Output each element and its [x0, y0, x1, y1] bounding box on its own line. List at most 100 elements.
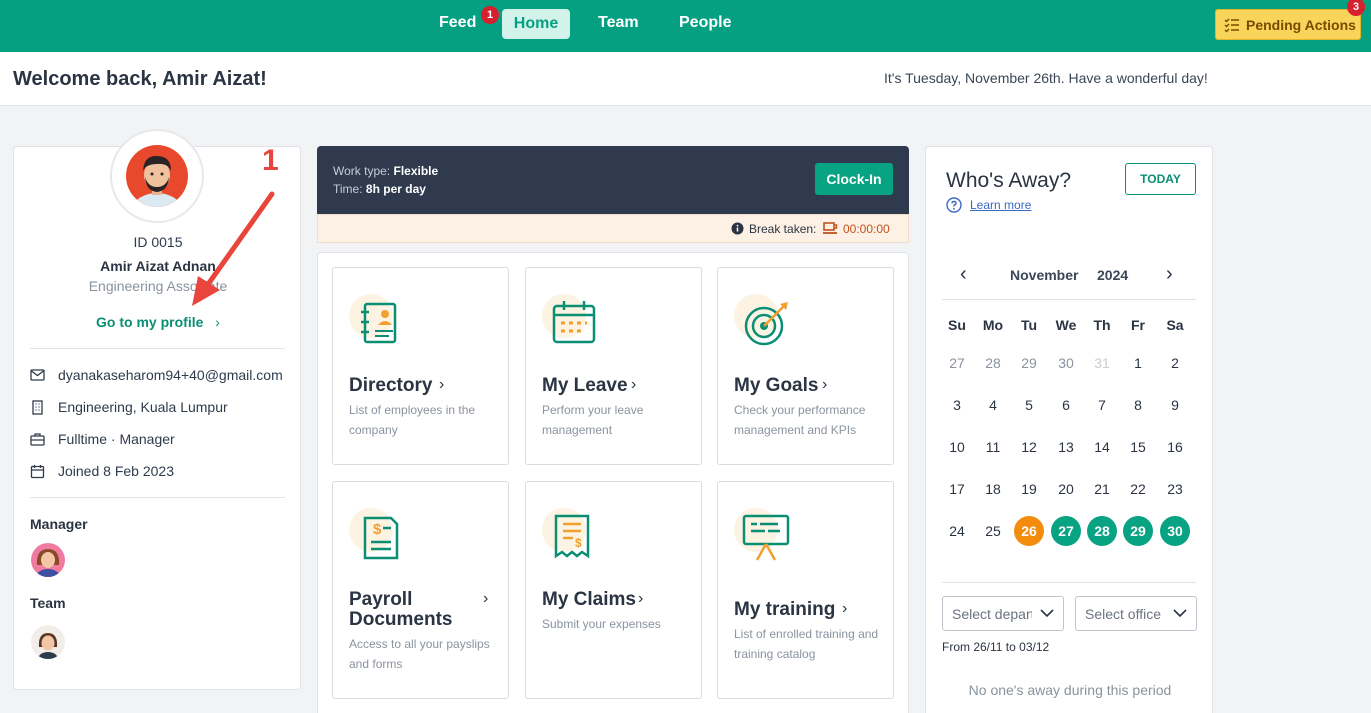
tile-description: List of enrolled training and training c…	[734, 627, 879, 661]
calendar-day[interactable]: 5	[1014, 390, 1044, 420]
next-month-button[interactable]: ›	[1166, 263, 1173, 286]
my-goals-tile[interactable]: My Goals › Check your performance manage…	[717, 267, 894, 465]
coffee-icon	[823, 222, 838, 234]
calendar-day[interactable]: 27	[1051, 516, 1081, 546]
calendar-day[interactable]: 8	[1123, 390, 1153, 420]
my-claims-tile[interactable]: $ My Claims › Submit your expenses	[525, 481, 702, 699]
office-select[interactable]: Select office	[1075, 596, 1197, 631]
learn-more-link[interactable]: Learn more	[970, 198, 1031, 212]
weekday-label: Th	[1093, 317, 1111, 333]
pending-actions-label: Pending Actions	[1246, 17, 1356, 33]
welcome-date-text: It's Tuesday, November 26th. Have a wond…	[884, 70, 1208, 86]
calendar-day[interactable]: 21	[1087, 474, 1117, 504]
directory-tile[interactable]: Directory › List of employees in the com…	[332, 267, 509, 465]
tile-title: My Goals	[734, 375, 819, 396]
calendar-day[interactable]: 19	[1014, 474, 1044, 504]
calendar-day[interactable]: 15	[1123, 432, 1153, 462]
today-button[interactable]: TODAY	[1125, 163, 1196, 195]
calendar-small-icon	[30, 465, 45, 479]
break-bar: Break taken: 00:00:00	[317, 214, 909, 243]
tile-description: Submit your expenses	[542, 617, 661, 631]
calendar-day[interactable]: 26	[1014, 516, 1044, 546]
nav-home[interactable]: Home	[502, 9, 570, 39]
divider	[942, 299, 1196, 300]
woman-avatar-icon	[36, 549, 60, 577]
previous-month-button[interactable]: ‹	[960, 263, 967, 286]
time-label: Time:	[333, 182, 363, 196]
calendar-month: November	[1010, 267, 1079, 283]
receipt-icon: $	[554, 514, 590, 559]
calendar-day[interactable]: 27	[942, 348, 972, 378]
divider	[30, 497, 285, 498]
calendar-day[interactable]: 3	[942, 390, 972, 420]
my-leave-tile[interactable]: My Leave › Perform your leave management	[525, 267, 702, 465]
chevron-right-icon: ›	[842, 600, 848, 617]
time-value: 8h per day	[365, 182, 426, 196]
calendar-day[interactable]: 16	[1160, 432, 1190, 462]
svg-text:$: $	[373, 521, 382, 538]
calendar-day[interactable]: 28	[1087, 516, 1117, 546]
nav-team[interactable]: Team	[598, 14, 639, 32]
break-label: Break taken:	[749, 222, 817, 236]
help-icon	[946, 197, 962, 213]
payroll-documents-tile[interactable]: $ Payroll Documents › Access to all your…	[332, 481, 509, 699]
calendar-day[interactable]: 10	[942, 432, 972, 462]
weekday-label: Fr	[1131, 317, 1145, 333]
work-type-row: Work type: Flexible	[333, 164, 438, 178]
weekday-label: Mo	[982, 317, 1004, 333]
calendar-day[interactable]: 2	[1160, 348, 1190, 378]
calendar-day[interactable]: 9	[1160, 390, 1190, 420]
calendar-day[interactable]: 25	[978, 516, 1008, 546]
woman-avatar-icon	[38, 633, 58, 659]
calendar-day[interactable]: 28	[978, 348, 1008, 378]
tile-title: My training	[734, 599, 836, 620]
man-avatar-icon	[126, 145, 188, 207]
chevron-right-icon: ›	[638, 590, 644, 607]
department-select[interactable]: Select department	[942, 596, 1064, 631]
tile-title: Payroll Documents	[349, 589, 453, 630]
calendar-day[interactable]: 31	[1087, 348, 1117, 378]
nav-feed[interactable]: Feed	[439, 14, 476, 32]
my-training-tile[interactable]: My training › List of enrolled training …	[717, 481, 894, 699]
directory-icon	[361, 302, 397, 344]
clock-in-button[interactable]: Clock-In	[815, 163, 893, 195]
calendar-day[interactable]: 13	[1051, 432, 1081, 462]
calendar-day[interactable]: 18	[978, 474, 1008, 504]
tile-title: Directory	[349, 375, 433, 396]
calendar-day[interactable]: 29	[1123, 516, 1153, 546]
calendar-day[interactable]: 1	[1123, 348, 1153, 378]
whos-away-card: Who's Away? TODAY Learn more ‹ November …	[925, 146, 1213, 713]
joined-text: Joined 8 Feb 2023	[58, 463, 174, 479]
calendar-year: 2024	[1097, 267, 1129, 283]
calendar-day[interactable]: 7	[1087, 390, 1117, 420]
pending-actions-button[interactable]: Pending Actions	[1215, 9, 1361, 40]
calendar-day[interactable]: 23	[1160, 474, 1190, 504]
weekday-label: Su	[948, 317, 966, 333]
calendar-day[interactable]: 4	[978, 390, 1008, 420]
calendar-day[interactable]: 6	[1051, 390, 1081, 420]
info-icon	[731, 222, 744, 235]
calendar-day[interactable]: 22	[1123, 474, 1153, 504]
calendar-day[interactable]: 24	[942, 516, 972, 546]
calendar-day[interactable]: 30	[1051, 348, 1081, 378]
work-type-value: Flexible	[393, 164, 439, 178]
nav-people[interactable]: People	[679, 14, 731, 32]
building-icon	[32, 400, 43, 415]
calendar-icon	[552, 301, 596, 344]
manager-label: Manager	[30, 516, 88, 532]
team-member-avatar[interactable]	[31, 625, 65, 659]
divider	[30, 348, 285, 349]
whos-away-title: Who's Away?	[946, 169, 1072, 192]
time-row: Time: 8h per day	[333, 182, 426, 196]
annotation-arrow-icon	[192, 191, 275, 306]
calendar-day[interactable]: 30	[1160, 516, 1190, 546]
calendar-day[interactable]: 17	[942, 474, 972, 504]
calendar-day[interactable]: 20	[1051, 474, 1081, 504]
calendar-day[interactable]: 29	[1014, 348, 1044, 378]
calendar-day[interactable]: 11	[978, 432, 1008, 462]
tile-description: Perform your leave management	[542, 403, 644, 437]
calendar-day[interactable]: 12	[1014, 432, 1044, 462]
weekday-label: Tu	[1020, 317, 1038, 333]
manager-avatar[interactable]	[31, 543, 65, 577]
calendar-day[interactable]: 14	[1087, 432, 1117, 462]
